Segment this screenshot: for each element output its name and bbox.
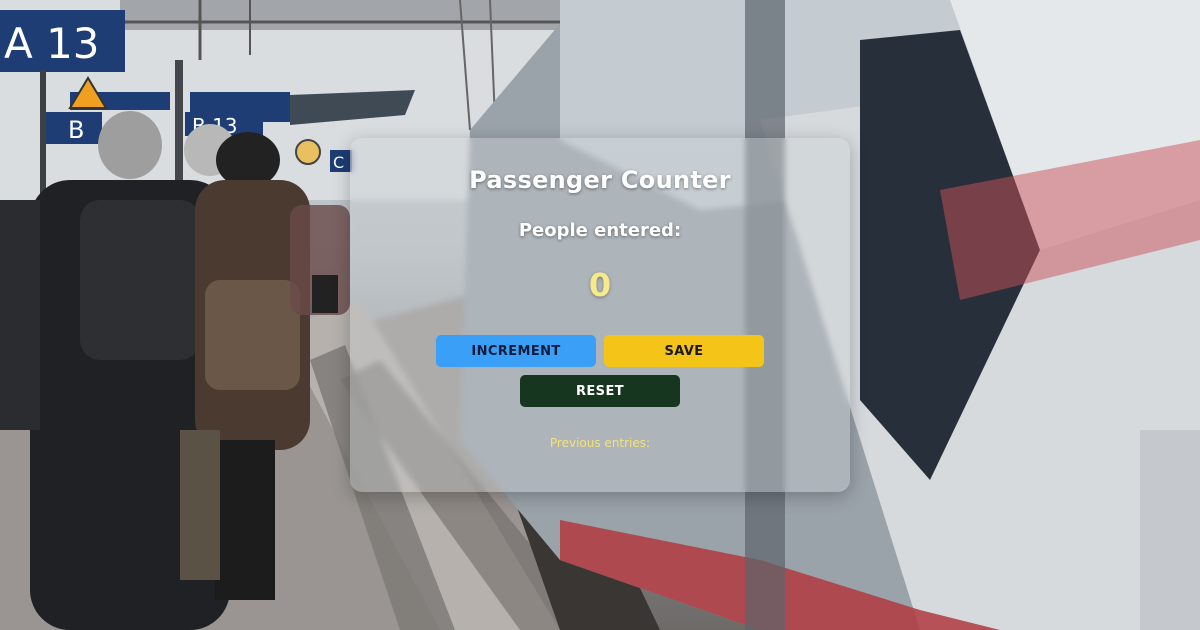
previous-entries-label: Previous entries: <box>549 436 651 450</box>
sign-b: B <box>68 116 84 144</box>
page-title: Passenger Counter <box>469 166 731 194</box>
sign-c: C <box>333 153 344 172</box>
counter-card: Passenger Counter People entered: 0 INCR… <box>350 138 850 492</box>
platform-sign: A 13 <box>4 19 100 68</box>
increment-button[interactable]: INCREMENT <box>436 335 596 367</box>
count-label: People entered: <box>518 220 682 241</box>
save-button[interactable]: SAVE <box>604 335 764 367</box>
reset-button[interactable]: RESET <box>520 375 680 407</box>
count-value: 0 <box>588 266 612 304</box>
